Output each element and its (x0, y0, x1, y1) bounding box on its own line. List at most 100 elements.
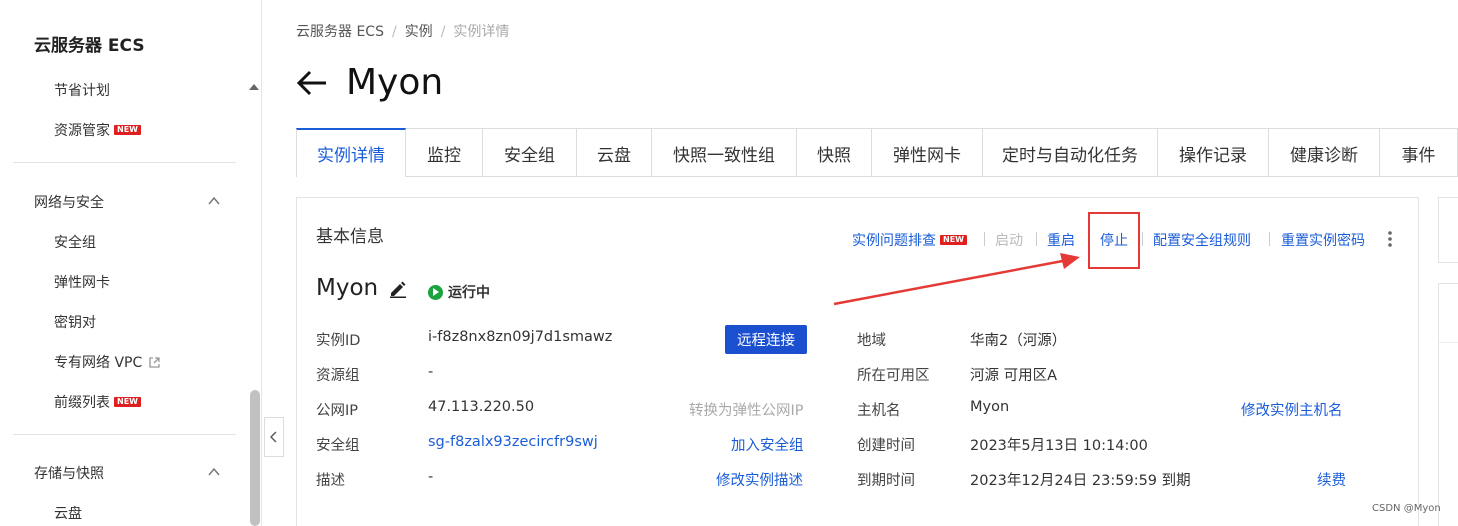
created-time-label: 创建时间 (857, 438, 915, 454)
public-ip-label: 公网IP (316, 403, 359, 419)
scrollbar-thumb[interactable] (250, 390, 260, 526)
new-badge: NEW (114, 125, 141, 135)
divider (13, 434, 236, 435)
troubleshoot-link[interactable]: 实例问题排查 NEW (852, 230, 967, 250)
zone-value: 河源 可用区A (970, 368, 1058, 384)
restart-link[interactable]: 重启 (1047, 230, 1075, 250)
breadcrumb-separator: / (391, 24, 397, 40)
page-title: Myon (346, 62, 444, 103)
tab-bar: 实例详情 监控 安全组 云盘 快照一致性组 快照 弹性网卡 定时与自动化任务 操… (296, 128, 1458, 178)
instance-name: Myon (316, 275, 379, 301)
back-arrow-icon[interactable] (296, 68, 328, 98)
sidebar-item-label: 资源管家 (54, 123, 110, 139)
sidebar-item-keypair[interactable]: 密钥对 (54, 312, 96, 332)
new-badge: NEW (940, 235, 967, 245)
resource-group-value: - (428, 364, 434, 380)
collapse-sidebar-button[interactable] (264, 417, 284, 457)
sidebar-item-disk[interactable]: 云盘 (54, 503, 82, 523)
tab-disks[interactable]: 云盘 (577, 128, 652, 177)
expire-time-label: 到期时间 (857, 473, 915, 489)
tab-monitoring[interactable]: 监控 (406, 128, 483, 177)
annotation-highlight-box (1088, 212, 1140, 269)
divider (13, 162, 236, 163)
status-label: 运行中 (448, 285, 490, 301)
sidebar-item-label: 专有网络 VPC (54, 355, 143, 371)
remote-connect-button[interactable]: 远程连接 (725, 325, 807, 354)
renew-link[interactable]: 续费 (1317, 469, 1346, 490)
description-value: - (428, 469, 434, 485)
troubleshoot-label: 实例问题排查 (852, 233, 936, 249)
sidebar-item-eni[interactable]: 弹性网卡 (54, 272, 110, 292)
status-badge: 运行中 (428, 282, 490, 302)
tab-security-group[interactable]: 安全组 (483, 128, 577, 177)
tab-snapshots[interactable]: 快照 (797, 128, 872, 177)
security-group-label: 安全组 (316, 438, 360, 454)
chevron-left-icon (270, 431, 277, 443)
sidebar-item-vpc[interactable]: 专有网络 VPC (54, 352, 161, 372)
tab-eni[interactable]: 弹性网卡 (872, 128, 983, 177)
tab-scheduled-tasks[interactable]: 定时与自动化任务 (983, 128, 1158, 177)
region-label: 地域 (857, 333, 886, 349)
start-link[interactable]: 启动 (995, 230, 1023, 250)
tab-snapshot-consistency-group[interactable]: 快照一致性组 (652, 128, 797, 177)
chevron-up-icon[interactable] (208, 195, 220, 207)
tab-events[interactable]: 事件 (1380, 128, 1458, 177)
breadcrumb: 云服务器 ECS / 实例 / 实例详情 (296, 21, 509, 41)
security-group-link[interactable]: sg-f8zalx93zecircfr9swj (428, 434, 598, 450)
join-security-group-link[interactable]: 加入安全组 (731, 434, 804, 455)
divider (1142, 232, 1143, 246)
divider (1269, 232, 1270, 246)
sidebar-item-label: 前缀列表 (54, 395, 110, 411)
section-title: 基本信息 (316, 227, 384, 247)
edit-pencil-icon[interactable] (388, 280, 408, 298)
sidebar: 云服务器 ECS 节省计划 资源管家 NEW 网络与安全 安全组 弹性网卡 密钥… (0, 0, 262, 526)
resource-group-label: 资源组 (316, 368, 360, 384)
sidebar-group-storage[interactable]: 存储与快照 (34, 463, 104, 483)
start-label: 启动 (995, 233, 1023, 249)
public-ip-value: 47.113.220.50 (428, 399, 535, 415)
created-time-value: 2023年5月13日 10:14:00 (970, 438, 1148, 454)
running-status-icon (428, 284, 443, 300)
config-sg-label: 配置安全组规则 (1153, 233, 1251, 249)
expire-time-value: 2023年12月24日 23:59:59 到期 (970, 473, 1191, 489)
region-value: 华南2（河源） (970, 333, 1067, 349)
sidebar-item-label: 密钥对 (54, 315, 96, 331)
sidebar-item-label: 云盘 (54, 506, 82, 522)
sidebar-title: 云服务器 ECS (34, 36, 145, 56)
edit-description-link[interactable]: 修改实例描述 (716, 469, 803, 490)
watermark: CSDN @Myon⁠ (1372, 503, 1441, 514)
zone-label: 所在可用区 (857, 368, 930, 384)
divider (984, 232, 985, 246)
breadcrumb-instances[interactable]: 实例 (405, 24, 433, 40)
instance-id-value: i-f8z8nx8zn09j7d1smawz (428, 329, 613, 345)
sidebar-item-resource-manager[interactable]: 资源管家 NEW (54, 120, 141, 140)
hostname-value: Myon (970, 399, 1010, 415)
annotation-arrow-icon (833, 253, 1080, 306)
reset-password-label: 重置实例密码 (1281, 233, 1365, 249)
new-badge: NEW (114, 397, 141, 407)
tab-health-diagnosis[interactable]: 健康诊断 (1269, 128, 1380, 177)
tab-operation-log[interactable]: 操作记录 (1158, 128, 1269, 177)
scroll-up-arrow-icon[interactable] (249, 84, 259, 90)
reset-password-link[interactable]: 重置实例密码 (1281, 230, 1365, 250)
restart-label: 重启 (1047, 233, 1075, 249)
breadcrumb-separator: / (440, 24, 446, 40)
description-label: 描述 (316, 473, 345, 489)
chevron-up-icon[interactable] (208, 466, 220, 478)
sidebar-item-label: 弹性网卡 (54, 275, 110, 291)
instance-id-label: 实例ID (316, 333, 361, 349)
sidebar-group-network[interactable]: 网络与安全 (34, 192, 104, 212)
edit-hostname-link[interactable]: 修改实例主机名 (1241, 399, 1343, 420)
divider (1036, 232, 1037, 246)
convert-eip-link[interactable]: 转换为弹性公网IP (689, 399, 804, 420)
sidebar-item-security-group[interactable]: 安全组 (54, 232, 96, 252)
config-security-group-rules-link[interactable]: 配置安全组规则 (1153, 230, 1251, 250)
sidebar-item-savings-plan[interactable]: 节省计划 (54, 80, 110, 100)
more-options-icon[interactable] (1387, 230, 1393, 248)
tab-instance-details[interactable]: 实例详情 (296, 128, 406, 178)
breadcrumb-ecs[interactable]: 云服务器 ECS (296, 24, 384, 40)
sidebar-item-prefix-list[interactable]: 前缀列表 NEW (54, 392, 141, 412)
breadcrumb-current: 实例详情 (453, 24, 510, 40)
hostname-label: 主机名 (857, 403, 901, 419)
side-panel (1438, 197, 1458, 263)
